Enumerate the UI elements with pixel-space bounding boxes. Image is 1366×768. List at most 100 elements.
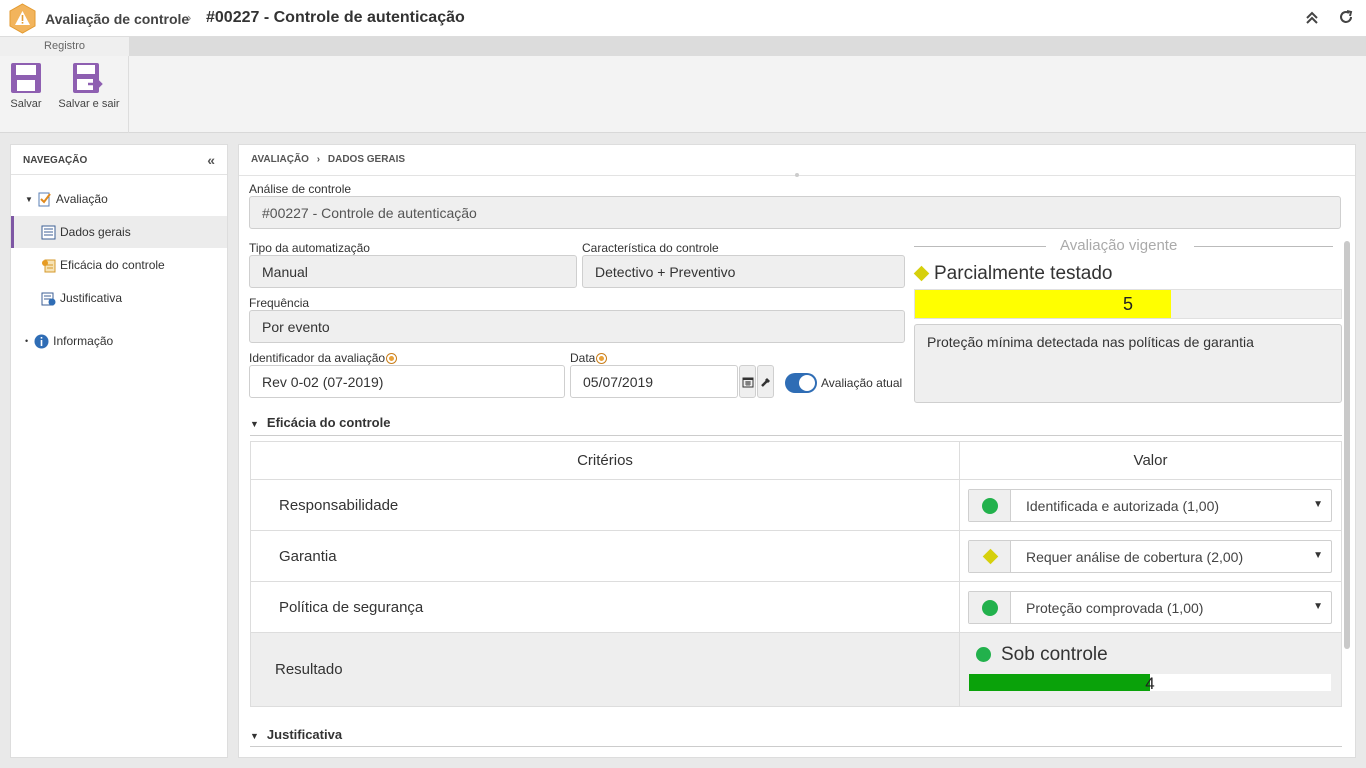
nav-item-informacao[interactable]: • Informação: [11, 325, 227, 357]
nav-item-label: Justificativa: [60, 291, 123, 305]
save-exit-label: Salvar e sair: [58, 98, 120, 110]
list-icon: [41, 225, 56, 239]
tab-registro[interactable]: Registro: [0, 37, 129, 56]
select-value: Requer análise de cobertura (2,00): [1026, 548, 1244, 565]
efficacy-table: Critérios Valor Responsabilidade Identif…: [250, 441, 1342, 707]
select-value: Proteção comprovada (1,00): [1026, 599, 1204, 616]
nav-item-label: Avaliação: [55, 192, 108, 206]
save-exit-button[interactable]: Salvar e sair: [56, 62, 122, 110]
nav-item-label: Informação: [53, 334, 114, 348]
expand-caret-icon[interactable]: ▼: [25, 195, 33, 204]
current-assessment-toggle[interactable]: [785, 373, 817, 393]
nav-item-eficacia[interactable]: Eficácia do controle: [11, 249, 227, 281]
header-separator-icon: ›: [187, 10, 192, 25]
date-input[interactable]: 05/07/2019: [570, 365, 738, 398]
required-icon: [597, 354, 607, 364]
section-caret-icon: ▼: [250, 730, 259, 741]
frequency-field: Por evento: [249, 310, 905, 343]
breadcrumb-separator-icon: ›: [316, 154, 321, 165]
ribbon-divider: [128, 56, 129, 133]
ribbon-tabs: Registro: [0, 37, 1366, 56]
nav-item-label: Dados gerais: [60, 225, 131, 239]
table-row: Política de segurança Proteção comprovad…: [250, 581, 1342, 633]
main-panel: AVALIAÇÃO › DADOS GERAIS Análise de cont…: [238, 144, 1356, 758]
current-assessment-label: Avaliação atual: [821, 376, 903, 390]
efficacy-section-header[interactable]: ▼ Eficácia do controle: [250, 415, 390, 430]
collapse-nav-icon[interactable]: «: [207, 152, 215, 168]
section-caret-icon: ▼: [250, 418, 259, 429]
justification-section-header[interactable]: ▼ Justificativa: [250, 727, 342, 742]
analysis-field: #00227 - Controle de autenticação: [249, 196, 1341, 229]
analysis-label: Análise de controle: [249, 182, 352, 196]
result-score: 4: [1145, 674, 1155, 693]
navigation-title: NAVEGAÇÃO: [23, 155, 88, 166]
vigente-title: Avaliação vigente: [1060, 237, 1178, 254]
vigente-divider-left: [914, 246, 1046, 247]
justification-icon: [41, 292, 56, 305]
collapse-up-icon[interactable]: [1304, 9, 1320, 25]
assessment-id-input[interactable]: Rev 0-02 (07-2019): [249, 365, 565, 398]
criterion-value-cell: Proteção comprovada (1,00) ▼: [959, 581, 1342, 633]
efficacy-icon: [42, 259, 56, 272]
col-criteria: Critérios: [250, 441, 960, 480]
vigente-score-bar: 5: [914, 289, 1342, 319]
partial-diamond-icon: [913, 265, 930, 282]
select-value: Identificada e autorizada (1,00): [1026, 497, 1220, 514]
characteristic-field: Detectivo + Preventivo: [582, 255, 905, 288]
efficacy-divider: [250, 435, 1342, 436]
breadcrumb: AVALIAÇÃO › DADOS GERAIS: [251, 154, 405, 165]
green-circle-icon: [976, 647, 991, 662]
assessment-icon: [38, 192, 51, 206]
automation-field: Manual: [249, 255, 577, 288]
save-label: Salvar: [10, 98, 42, 110]
criterion-name: Garantia: [250, 530, 960, 582]
criterion-name: Política de segurança: [250, 581, 960, 633]
result-status: Sob controle: [1001, 644, 1108, 665]
result-label: Resultado: [250, 632, 960, 707]
refresh-icon[interactable]: [1338, 9, 1354, 25]
module-title[interactable]: Avaliação de controle: [45, 11, 189, 27]
result-row: Resultado Sob controle 4: [250, 632, 1342, 707]
table-row: Garantia Requer análise de cobertura (2,…: [250, 530, 1342, 582]
green-circle-icon: [982, 599, 998, 616]
page-title: #00227 - Controle de autenticação: [206, 9, 465, 26]
assessment-id-label: Identificador da avaliação: [249, 351, 397, 365]
save-exit-icon: [73, 63, 103, 93]
nav-item-avaliacao[interactable]: ▼ Avaliação: [11, 183, 227, 215]
table-row: Responsabilidade Identificada e autoriza…: [250, 479, 1342, 531]
criterion-value-select[interactable]: Proteção comprovada (1,00) ▼: [968, 590, 1332, 624]
breadcrumb-avaliacao[interactable]: AVALIAÇÃO: [251, 154, 309, 165]
calendar-icon[interactable]: [739, 365, 756, 398]
characteristic-label: Característica do controle: [582, 241, 719, 255]
save-button[interactable]: Salvar: [8, 62, 44, 110]
justification-divider: [250, 746, 1342, 747]
title-bar: Avaliação de controle › #00227 - Control…: [0, 0, 1366, 37]
navigation-header: NAVEGAÇÃO «: [11, 145, 227, 175]
result-cell: Sob controle 4: [959, 632, 1342, 707]
breadcrumb-dados-gerais: DADOS GERAIS: [327, 154, 406, 165]
app-logo-icon: [9, 3, 36, 34]
nav-item-dados-gerais[interactable]: Dados gerais: [11, 216, 227, 248]
dropdown-arrow-icon: ▼: [1313, 600, 1323, 612]
table-header-row: Critérios Valor: [250, 441, 1342, 480]
required-icon: [387, 354, 397, 364]
info-icon: [34, 334, 49, 348]
save-icon: [11, 63, 41, 93]
vigente-score: 5: [1122, 294, 1133, 314]
vigente-status: Parcialmente testado: [934, 263, 1113, 284]
criterion-name: Responsabilidade: [250, 479, 960, 531]
vertical-scrollbar[interactable]: [1344, 241, 1350, 649]
clear-date-icon[interactable]: [757, 365, 774, 398]
nav-item-label: Eficácia do controle: [60, 258, 165, 272]
nav-item-justificativa[interactable]: Justificativa: [11, 282, 227, 314]
frequency-label: Frequência: [249, 296, 310, 310]
criterion-value-select[interactable]: Identificada e autorizada (1,00) ▼: [968, 488, 1332, 522]
criterion-value-cell: Identificada e autorizada (1,00) ▼: [959, 479, 1342, 531]
criterion-value-select[interactable]: Requer análise de cobertura (2,00) ▼: [968, 539, 1332, 573]
vigente-divider-right: [1194, 246, 1333, 247]
date-label: Data: [570, 351, 607, 365]
green-circle-icon: [982, 497, 998, 514]
yellow-diamond-icon: [982, 548, 999, 564]
result-score-bar: 4: [968, 673, 1332, 693]
divider-marker: [795, 173, 799, 177]
